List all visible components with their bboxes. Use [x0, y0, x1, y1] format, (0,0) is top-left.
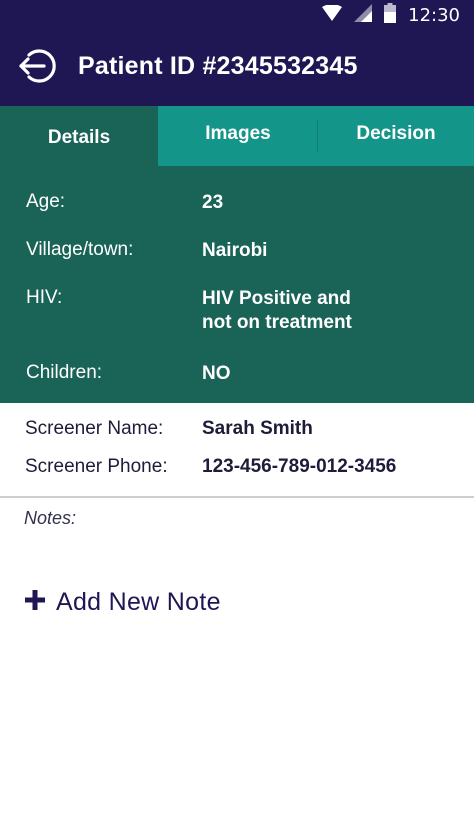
wifi-icon	[322, 3, 343, 26]
tab-details[interactable]: Details	[0, 106, 158, 166]
village-value: Nairobi	[202, 240, 268, 261]
plus-icon	[24, 589, 46, 616]
status-icons: 12:30	[322, 2, 460, 28]
hiv-label: HIV:	[26, 287, 63, 308]
add-note-label: Add New Note	[56, 587, 221, 616]
tab-images[interactable]: Images	[158, 106, 318, 166]
app-bar: Patient ID #2345532345	[0, 30, 474, 106]
status-bar: 12:30	[0, 0, 474, 30]
details-panel: Age: 23 Village/town: Nairobi HIV: HIV P…	[0, 166, 474, 403]
screener-name-label: Screener Name:	[25, 418, 164, 439]
screener-name-value: Sarah Smith	[202, 418, 313, 439]
age-label: Age:	[26, 191, 66, 212]
battery-icon	[384, 2, 397, 28]
notes-label: Notes:	[24, 508, 77, 528]
village-label: Village/town:	[26, 239, 134, 260]
add-note-button[interactable]: Add New Note	[24, 585, 221, 619]
page-title: Patient ID #2345532345	[78, 52, 358, 80]
screener-phone-label: Screener Phone:	[25, 456, 168, 477]
tab-bar: Details Images Decision	[0, 106, 474, 166]
children-label: Children:	[26, 362, 103, 383]
screener-phone-value[interactable]: 123-456-789-012-3456	[202, 456, 396, 478]
back-button[interactable]	[14, 44, 62, 92]
tab-decision[interactable]: Decision	[318, 106, 474, 166]
status-time: 12:30	[408, 4, 460, 26]
children-value: NO	[202, 363, 231, 384]
hiv-value: HIV Positive and not on treatment	[202, 288, 352, 333]
logout-arrow-icon	[17, 45, 59, 92]
section-divider	[0, 496, 474, 498]
age-value: 23	[202, 192, 224, 213]
signal-icon	[354, 3, 373, 27]
